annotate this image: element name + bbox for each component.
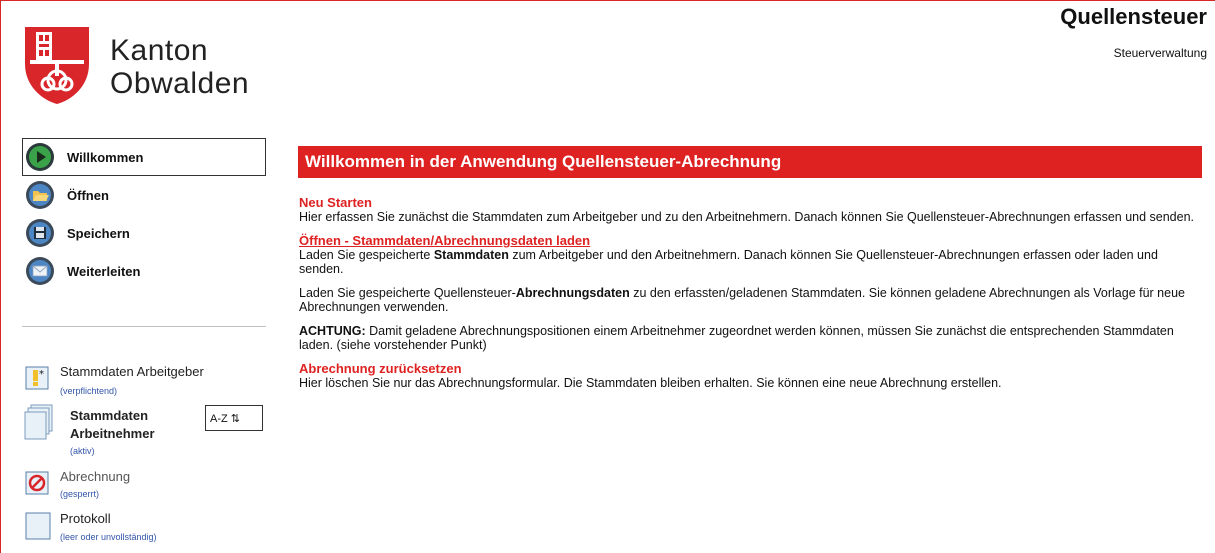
app-subtitle: Steuerverwaltung: [1113, 46, 1207, 60]
protocol-icon[interactable]: [25, 512, 51, 540]
folder-icon: [26, 181, 54, 209]
section-restart-text: Hier erfassen Sie zunächst die Stammdate…: [299, 210, 1195, 224]
status-employer-note: (verpflichtend): [60, 386, 118, 396]
brand-line-2: Obwalden: [110, 67, 250, 100]
text-part: Laden Sie gespeicherte Quellensteuer-: [299, 286, 516, 300]
section-reset-title[interactable]: Abrechnung zurücksetzen: [299, 362, 1204, 376]
nav-item-weiterleiten[interactable]: Weiterleiten: [22, 252, 266, 290]
nav-label: Speichern: [67, 225, 130, 241]
main-content: Neu Starten Hier erfassen Sie zunächst d…: [299, 196, 1204, 400]
svg-text:*: *: [39, 369, 44, 380]
kanton-obwalden-logo: [25, 27, 89, 104]
section-open-link[interactable]: Öffnen - Stammdaten/Abrechnungsdaten lad…: [299, 234, 1204, 248]
status-protocol-title[interactable]: Protokoll: [60, 511, 111, 526]
brand-name: Kanton Obwalden: [110, 34, 249, 100]
mail-icon: [26, 257, 54, 285]
status-employees-title-2: Arbeitnehmer: [70, 426, 155, 441]
text-bold: Abrechnungsdaten: [515, 286, 630, 300]
text-part: Laden Sie gespeicherte: [299, 248, 434, 262]
sidebar-divider: [22, 326, 266, 327]
warning-icon[interactable]: *: [25, 366, 49, 390]
nav-label: Öffnen: [67, 187, 109, 203]
text-part: Damit geladene Abrechnungspositionen ein…: [299, 324, 1174, 352]
sidebar-nav: Willkommen Öffnen Speichern Weiterleiten: [22, 138, 266, 290]
status-employer-title[interactable]: Stammdaten Arbeitgeber: [60, 364, 204, 379]
status-employees-title-1: Stammdaten: [70, 408, 149, 423]
play-icon: [26, 143, 54, 171]
brand-line-1: Kanton: [110, 34, 209, 67]
sort-az-button[interactable]: A-Z ⇅: [205, 405, 263, 431]
welcome-banner: Willkommen in der Anwendung Quellensteue…: [298, 146, 1202, 178]
status-employees-title[interactable]: Stammdaten Arbeitnehmer: [70, 407, 155, 443]
nav-item-oeffnen[interactable]: Öffnen: [22, 176, 266, 214]
floppy-icon: [26, 219, 54, 247]
status-employees-note: (aktiv): [70, 446, 95, 456]
section-attention-text: ACHTUNG: Damit geladene Abrechnungsposit…: [299, 324, 1204, 352]
documents-icon[interactable]: [24, 404, 54, 440]
text-bold: ACHTUNG:: [299, 324, 366, 338]
blocked-icon[interactable]: [25, 471, 49, 495]
nav-item-speichern[interactable]: Speichern: [22, 214, 266, 252]
status-billing-title[interactable]: Abrechnung: [60, 469, 130, 484]
app-title: Quellensteuer: [1060, 4, 1207, 29]
nav-label: Willkommen: [67, 149, 144, 165]
status-protocol-note: (leer oder unvollständig): [60, 532, 157, 542]
section-restart-title[interactable]: Neu Starten: [299, 196, 1204, 210]
nav-label: Weiterleiten: [67, 263, 141, 279]
text-bold: Stammdaten: [433, 248, 509, 262]
nav-item-willkommen[interactable]: Willkommen: [22, 138, 266, 176]
section-reset-text: Hier löschen Sie nur das Abrechnungsform…: [299, 376, 1002, 390]
status-billing-note: (gesperrt): [60, 489, 100, 499]
section-open-text: Laden Sie gespeicherte Stammdaten zum Ar…: [299, 248, 1204, 276]
section-billing-text: Laden Sie gespeicherte Quellensteuer-Abr…: [299, 286, 1204, 314]
